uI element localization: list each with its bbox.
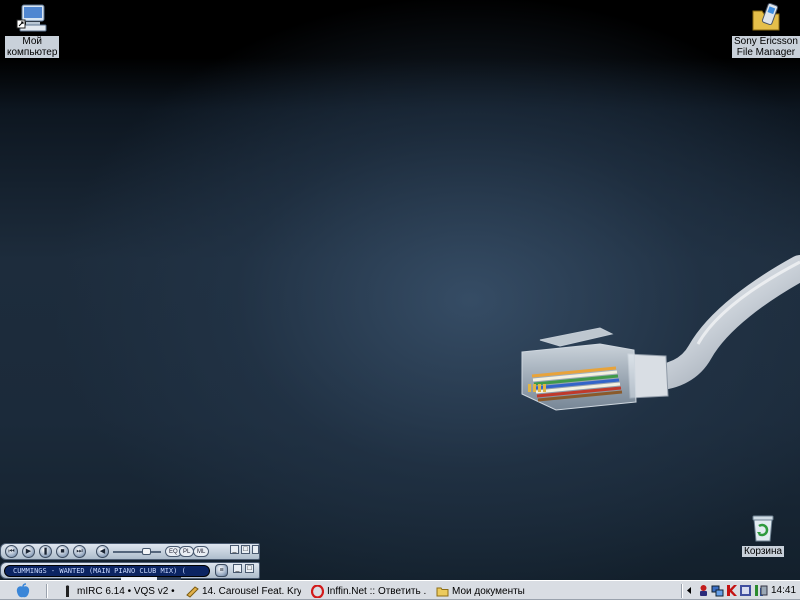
tray-kaspersky-icon[interactable] <box>725 584 738 597</box>
taskbar-item-label: mIRC 6.14 • VQS v2 • ... <box>77 585 176 597</box>
tray-network-icon[interactable] <box>711 584 724 597</box>
taskbar-separator <box>46 584 47 598</box>
desktop-icon-label: Sony Ericsson File Manager <box>732 36 800 58</box>
player-controls-bar: ⏮ ▶ ❚ ■ ⏭ ◀ EQ PL ML _ □ <box>0 543 260 560</box>
volume-slider[interactable] <box>113 551 161 553</box>
taskbar-item-my-documents[interactable]: Мои документы <box>433 582 551 600</box>
desktop-icon-recycle-bin[interactable]: Корзина <box>742 512 785 557</box>
playlist-toggle-icon[interactable]: ≡ <box>215 564 228 577</box>
desktop-icon-sony-ericsson[interactable]: Sony Ericsson File Manager <box>732 2 800 58</box>
player-ticker-bar: CUMMINGS - WANTED (MAIN PIANO CLUB MIX) … <box>0 562 260 580</box>
volume-slider-knob[interactable] <box>142 548 151 555</box>
taskbar-item-mirc[interactable]: mIRC 6.14 • VQS v2 • ... <box>58 582 176 600</box>
taskbar-item-browser[interactable]: Inffin.Net :: Ответить ... <box>308 582 426 600</box>
winamp-icon <box>186 585 199 598</box>
play-button[interactable]: ▶ <box>22 545 35 558</box>
taskbar-item-winamp[interactable]: 14. Carousel Feat. Kry... <box>183 582 301 600</box>
tray-agent-icon[interactable] <box>697 584 710 597</box>
desktop-icon-label: Мой компьютер <box>5 36 60 58</box>
recycle-bin-icon <box>752 515 774 542</box>
minimize-icon[interactable]: _ <box>233 564 242 573</box>
taskbar: mIRC 6.14 • VQS v2 • ... 14. Carousel Fe… <box>0 580 800 600</box>
phone-folder-icon <box>752 2 780 31</box>
restore-icon[interactable]: □ <box>241 545 250 554</box>
close-icon[interactable] <box>252 545 259 554</box>
my-computer-icon <box>16 4 47 32</box>
opera-icon <box>311 584 324 598</box>
taskbar-separator <box>681 584 682 598</box>
wallpaper-ethernet-cable <box>521 255 800 411</box>
start-button-apple-icon[interactable] <box>14 583 32 599</box>
desktop-icon-label: Корзина <box>742 546 785 557</box>
next-button[interactable]: ⏭ <box>73 545 86 558</box>
pause-button[interactable]: ❚ <box>39 545 52 558</box>
tray-app-icon[interactable] <box>739 584 752 597</box>
media-library-button[interactable]: ML <box>193 546 210 557</box>
tray-display-icon[interactable] <box>760 584 768 597</box>
now-playing-ticker: CUMMINGS - WANTED (MAIN PIANO CLUB MIX) … <box>4 565 210 577</box>
desktop-icon-my-computer[interactable]: Мой компьютер <box>5 2 60 58</box>
taskbar-clock[interactable]: 14:41 <box>771 582 796 600</box>
taskbar-item-label: Inffin.Net :: Ответить ... <box>327 585 426 597</box>
folder-icon <box>436 587 449 596</box>
stop-button[interactable]: ■ <box>56 545 69 558</box>
taskbar-item-label: Мои документы <box>452 585 525 597</box>
tray-expand-icon[interactable] <box>685 584 693 597</box>
minimize-icon[interactable]: _ <box>230 545 239 554</box>
desktop: Мой компьютер Sony Ericsson File Manager… <box>0 0 800 580</box>
mute-button[interactable]: ◀ <box>96 545 109 558</box>
media-player-mini[interactable]: ⏮ ▶ ❚ ■ ⏭ ◀ EQ PL ML _ □ CUMMINGS - WANT… <box>0 543 260 580</box>
taskbar-item-label: 14. Carousel Feat. Kry... <box>202 585 301 597</box>
previous-button[interactable]: ⏮ <box>5 545 18 558</box>
mirc-icon <box>65 584 70 597</box>
restore-icon[interactable]: □ <box>245 564 254 573</box>
